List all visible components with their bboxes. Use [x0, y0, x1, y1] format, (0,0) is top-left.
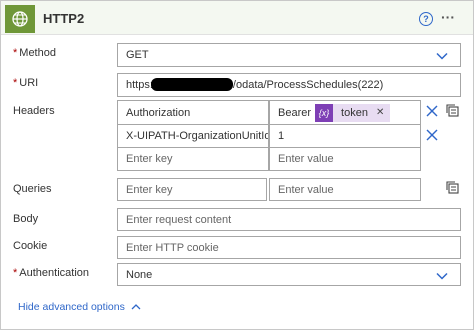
token-label: token [341, 106, 368, 119]
cookie-label: Cookie [13, 240, 48, 252]
header-value-prefix: Bearer [278, 106, 312, 119]
headers-label: Headers [13, 105, 55, 117]
more-options-icon[interactable]: ··· [441, 10, 455, 24]
authentication-value: None [126, 268, 153, 281]
uri-prefix: https: [126, 79, 153, 91]
query-key-input[interactable]: Enter key [117, 178, 267, 201]
dynamic-token-chip[interactable]: {x} token ✕ [315, 103, 391, 122]
method-label: * Method [13, 47, 56, 59]
header-key-input[interactable]: Enter key [117, 147, 269, 171]
header-value-input[interactable]: Enter value [269, 147, 421, 171]
header-key-field[interactable]: Authorization [117, 100, 269, 125]
switch-text-mode-icon[interactable] [446, 104, 460, 118]
header-key-field[interactable]: X-UIPATH-OrganizationUnitId [117, 124, 269, 148]
header-value-field[interactable]: Bearer {x} token ✕ [269, 100, 421, 125]
expression-icon: {x} [315, 103, 334, 122]
chevron-up-icon [131, 304, 141, 310]
required-marker: * [13, 267, 18, 279]
uri-suffix: /odata/ProcessSchedules(222) [232, 79, 384, 91]
chevron-down-icon [436, 52, 448, 60]
delete-row-icon[interactable] [426, 105, 438, 117]
http-action-card: HTTP2 ? ··· * Method GET * URI https: /odat… [0, 0, 474, 330]
required-marker: * [13, 47, 18, 59]
query-value-input[interactable]: Enter value [269, 178, 421, 201]
body-input[interactable]: Enter request content [117, 208, 461, 231]
remove-token-icon[interactable]: ✕ [376, 107, 384, 118]
method-select[interactable]: GET [117, 43, 461, 67]
cookie-input[interactable]: Enter HTTP cookie [117, 236, 461, 259]
body-label: Body [13, 213, 39, 225]
delete-row-icon[interactable] [426, 129, 438, 141]
switch-text-mode-icon[interactable] [446, 181, 460, 195]
uri-input[interactable]: https: /odata/ProcessSchedules(222) [117, 73, 461, 97]
help-icon[interactable]: ? [419, 12, 433, 26]
card-header[interactable]: HTTP2 ? ··· [1, 1, 473, 35]
hide-advanced-options-link[interactable]: Hide advanced options [18, 301, 141, 313]
method-value: GET [126, 49, 149, 61]
header-value-field[interactable]: 1 [269, 124, 421, 148]
redaction-mark [150, 77, 233, 91]
queries-label: Queries [13, 183, 52, 195]
authentication-select[interactable]: None [117, 263, 461, 286]
connector-icon-box [5, 5, 35, 33]
authentication-label: * Authentication [13, 267, 89, 279]
card-title[interactable]: HTTP2 [43, 11, 84, 26]
chevron-down-icon [436, 272, 448, 280]
uri-label: * URI [13, 77, 39, 89]
globe-icon [12, 11, 28, 27]
required-marker: * [13, 77, 18, 89]
